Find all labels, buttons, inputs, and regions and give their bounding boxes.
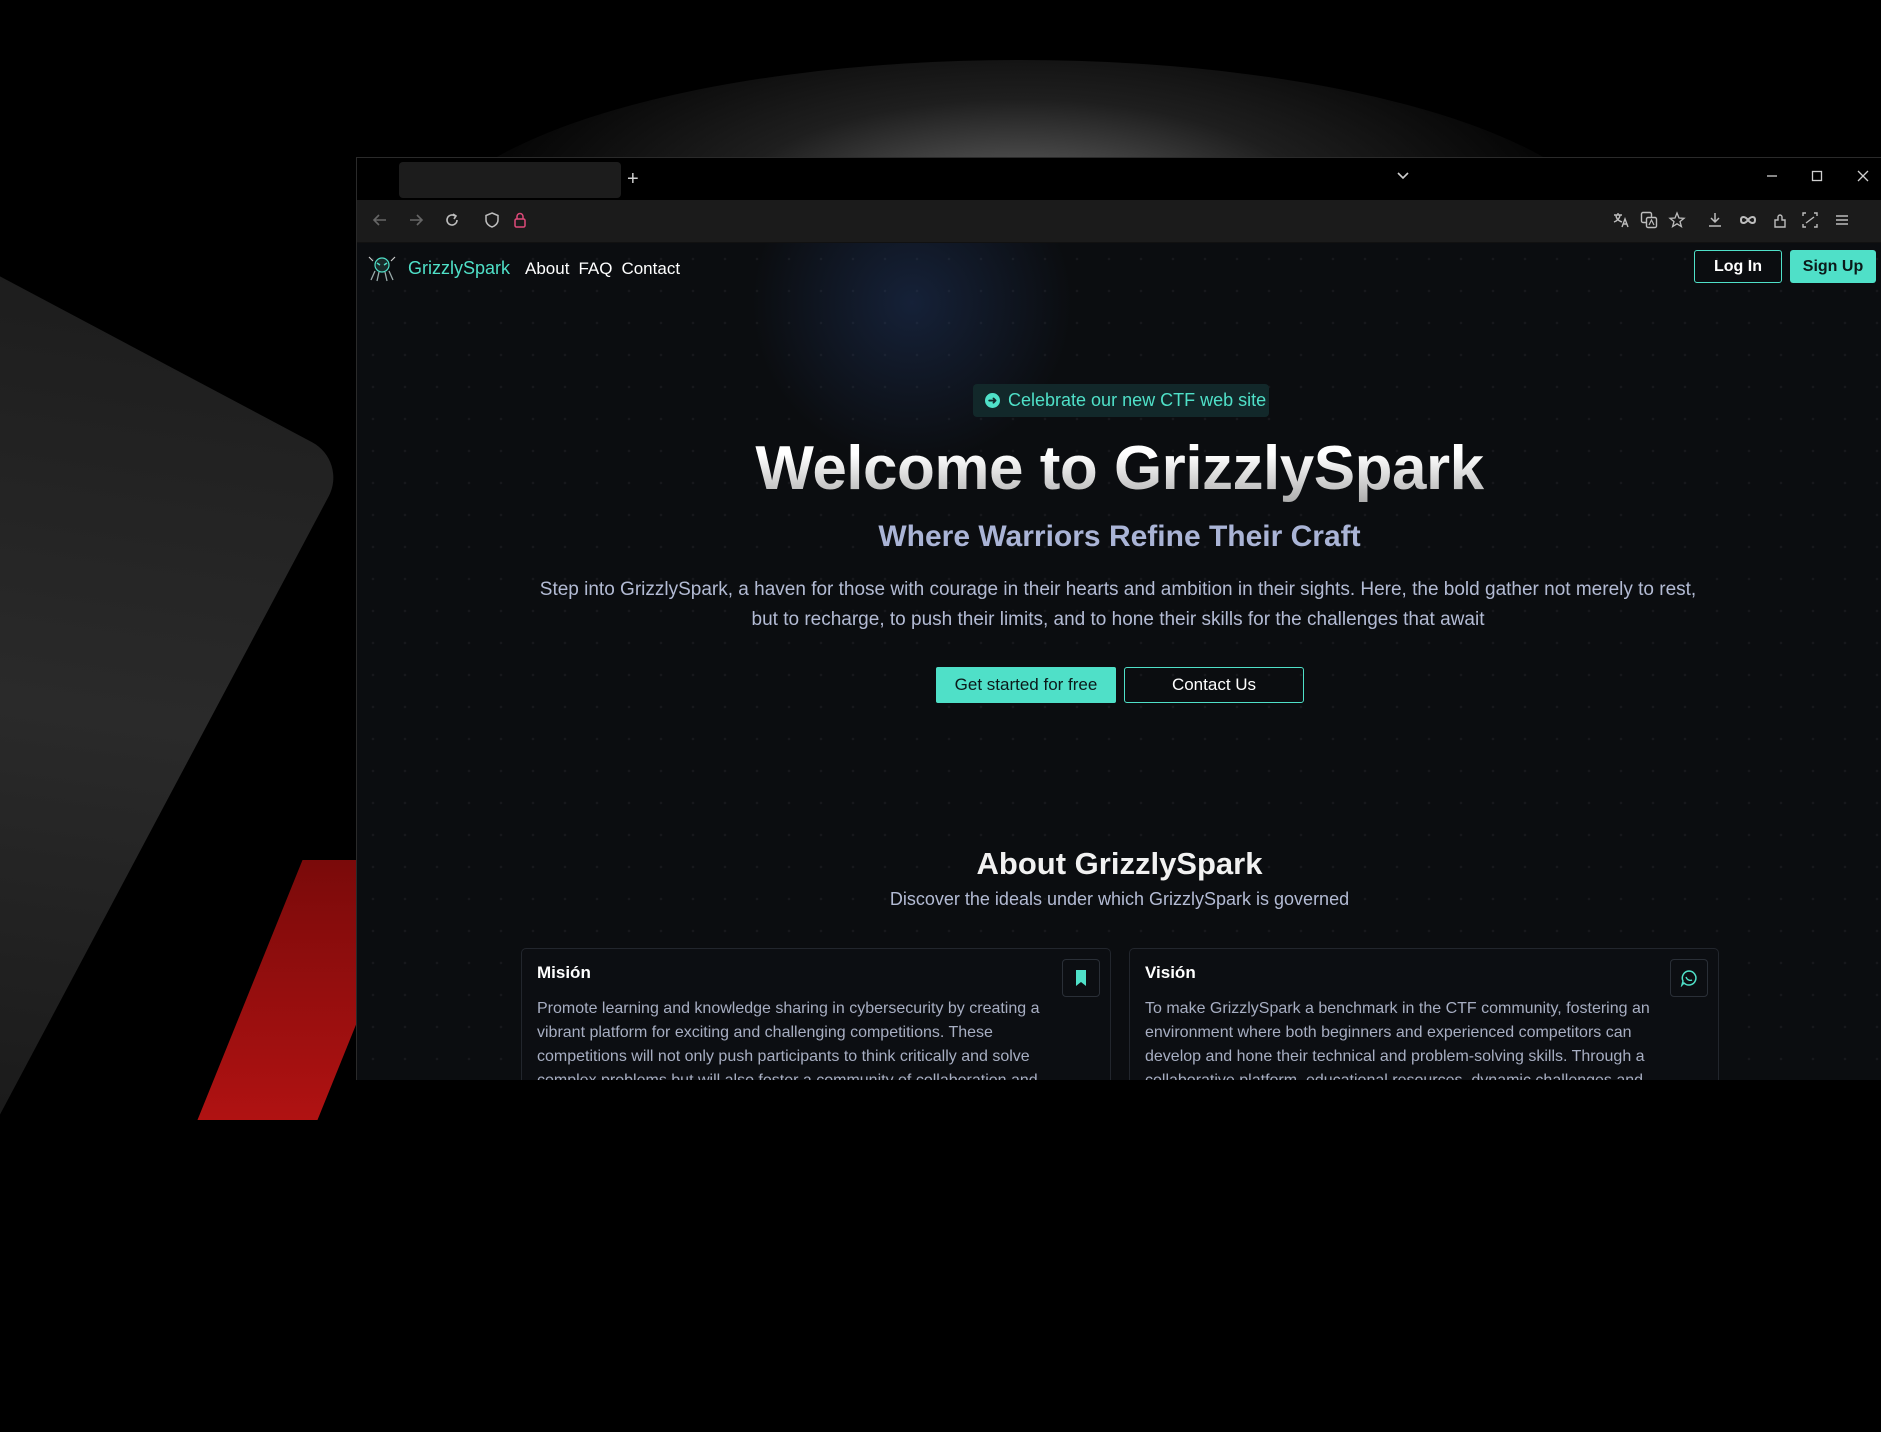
minimize-icon[interactable] [1765, 167, 1779, 187]
web-page: GrizzlySpark About FAQ Contact Log In Si… [357, 243, 1881, 1080]
vision-card: Visión To make GrizzlySpark a benchmark … [1129, 948, 1719, 1080]
translate-icon[interactable] [1612, 211, 1630, 232]
site-header: GrizzlySpark About FAQ Contact Log In Si… [357, 243, 1881, 293]
announcement-text: Celebrate our new CTF web site [1008, 390, 1267, 410]
close-icon[interactable] [1856, 167, 1870, 187]
bookmark-icon [1062, 959, 1100, 997]
card-text: Promote learning and knowledge sharing i… [537, 1000, 1040, 1080]
download-icon[interactable] [1706, 211, 1724, 232]
reload-icon[interactable] [443, 211, 461, 232]
browser-toolbar [357, 200, 1881, 243]
mission-card: Misión Promote learning and knowledge sh… [521, 948, 1111, 1080]
menu-icon[interactable] [1833, 211, 1851, 232]
nav-link-contact[interactable]: Contact [621, 259, 680, 279]
about-subtitle: Discover the ideals under which GrizzlyS… [889, 889, 1350, 909]
browser-tab[interactable] [399, 162, 621, 198]
extensions-icon[interactable] [1771, 211, 1789, 232]
login-button[interactable]: Log In [1694, 250, 1782, 283]
hero-title: Welcome to GrizzlySpark [357, 433, 1881, 504]
plus-icon[interactable]: + [627, 169, 639, 189]
nav-link-about[interactable]: About [525, 259, 569, 279]
forward-arrow-icon[interactable] [407, 211, 425, 232]
card-text: To make GrizzlySpark a benchmark in the … [1145, 1000, 1650, 1080]
star-icon[interactable] [1668, 211, 1686, 232]
hero-subtitle: Where Warriors Refine Their Craft [878, 520, 1361, 553]
translate-page-icon[interactable] [1640, 211, 1658, 232]
brand-name[interactable]: GrizzlySpark [408, 258, 510, 279]
tab-bar: + [357, 158, 1881, 200]
signup-button[interactable]: Sign Up [1790, 250, 1876, 283]
nav-link-faq[interactable]: FAQ [578, 259, 612, 279]
desktop-wallpaper-shape [0, 170, 348, 1432]
arrow-circle-icon: ➜ [985, 393, 1000, 408]
chevron-down-icon[interactable] [1395, 167, 1411, 189]
shield-icon[interactable] [483, 211, 501, 232]
announcement-badge[interactable]: ➜ Celebrate our new CTF web site [973, 384, 1269, 417]
browser-window: + GrizzlySpark About FAQ Contact Log In … [356, 157, 1881, 1080]
hero-description: Step into GrizzlySpark, a haven for thos… [539, 579, 1697, 630]
grizzly-logo-icon[interactable] [367, 253, 397, 283]
chat-icon [1670, 959, 1708, 997]
card-title: Visión [1145, 963, 1196, 982]
lock-icon[interactable] [511, 211, 529, 232]
screenshot-icon[interactable] [1801, 211, 1819, 232]
about-title: About GrizzlySpark [976, 846, 1263, 881]
contact-us-button[interactable]: Contact Us [1124, 667, 1304, 703]
back-arrow-icon[interactable] [371, 211, 389, 232]
infinity-icon[interactable] [1738, 211, 1758, 232]
get-started-button[interactable]: Get started for free [936, 667, 1116, 703]
maximize-icon[interactable] [1810, 167, 1824, 187]
site-nav-menu: About FAQ Contact [525, 259, 680, 279]
card-title: Misión [537, 963, 591, 982]
